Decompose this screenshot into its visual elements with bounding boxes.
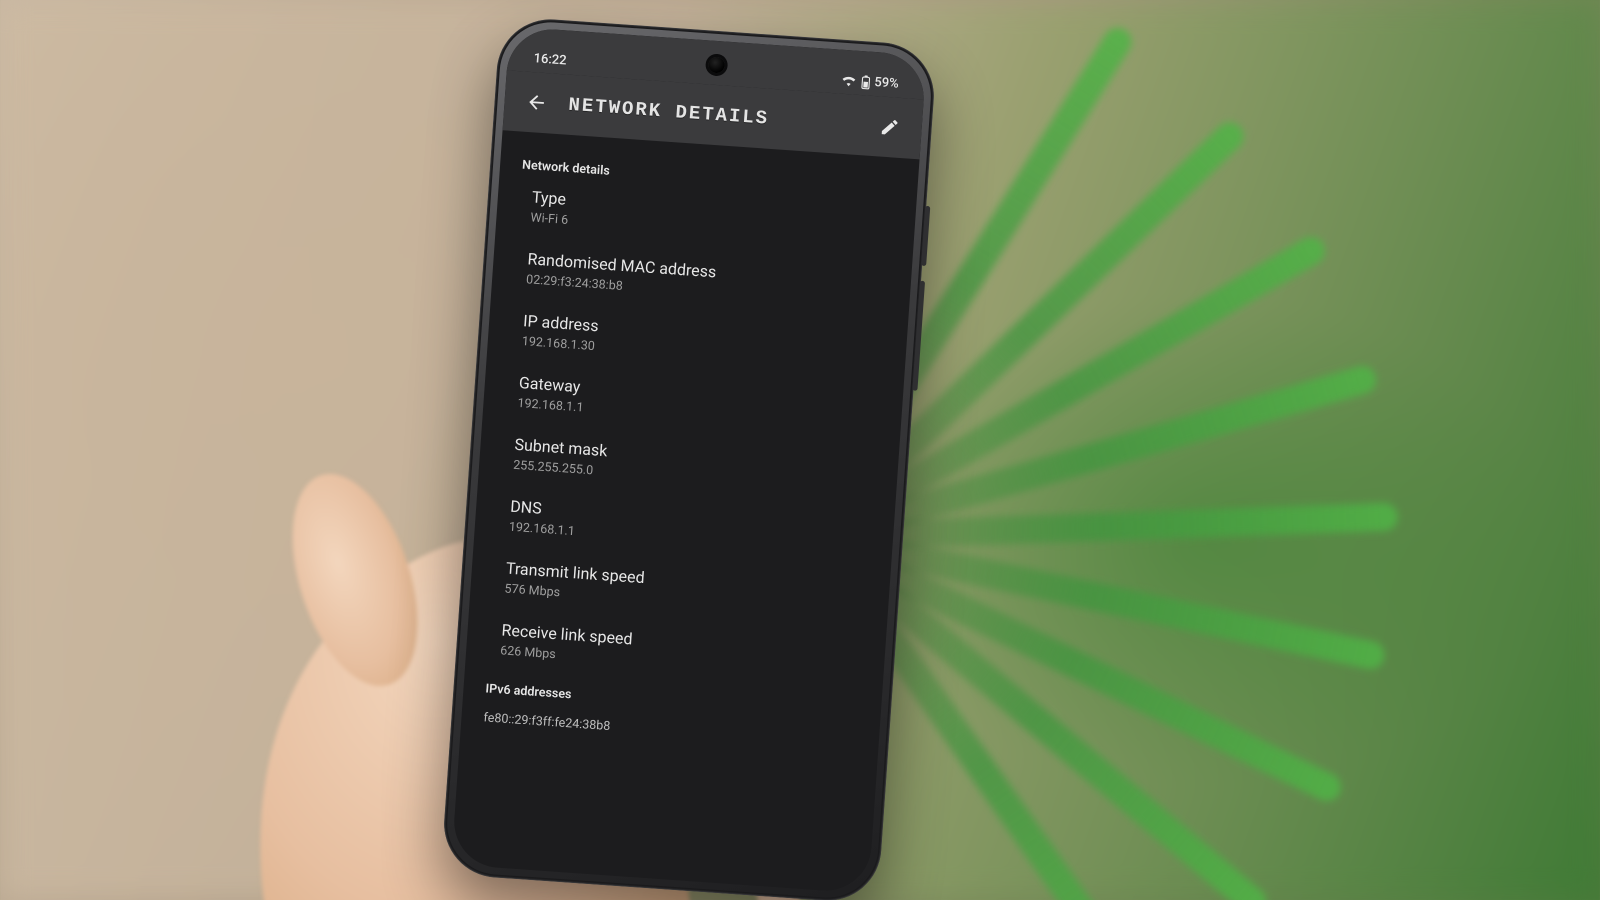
phone: 16:22 59% NETWORK DETAILS: [441, 16, 938, 900]
detail-rx-speed[interactable]: Receive link speed 626 Mbps: [488, 620, 864, 684]
battery-icon: [860, 75, 871, 90]
wifi-icon: [840, 74, 857, 87]
detail-mac[interactable]: Randomised MAC address 02:29:f3:24:38:b8: [514, 248, 890, 312]
page-title: NETWORK DETAILS: [568, 94, 859, 136]
back-button[interactable]: [522, 88, 552, 118]
detail-gateway[interactable]: Gateway 192.168.1.1: [505, 372, 881, 436]
detail-tx-speed[interactable]: Transmit link speed 576 Mbps: [492, 558, 868, 622]
status-battery-percent: 59%: [874, 75, 899, 92]
detail-dns[interactable]: DNS 192.168.1.1: [496, 496, 872, 560]
content-scroll[interactable]: Network details Type Wi-Fi 6 Randomised …: [451, 130, 919, 893]
phone-screen: 16:22 59% NETWORK DETAILS: [451, 26, 927, 893]
status-time: 16:22: [533, 51, 567, 68]
edit-button[interactable]: [875, 112, 905, 142]
detail-ip[interactable]: IP address 192.168.1.30: [509, 310, 885, 374]
pencil-icon: [879, 117, 900, 138]
arrow-left-icon: [525, 91, 548, 114]
detail-subnet[interactable]: Subnet mask 255.255.255.0: [501, 434, 877, 498]
detail-type[interactable]: Type Wi-Fi 6: [518, 187, 894, 251]
